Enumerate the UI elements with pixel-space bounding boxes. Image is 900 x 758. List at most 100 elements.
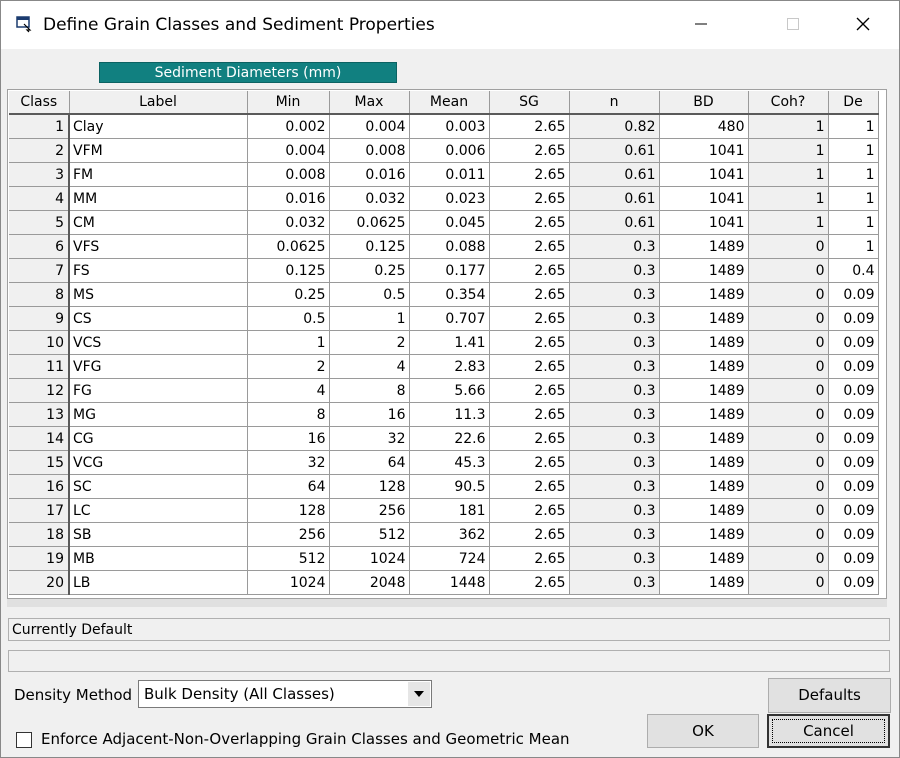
grid-cell[interactable]: 8	[329, 378, 410, 403]
grid-cell[interactable]: 2.65	[489, 258, 570, 283]
grid-cell[interactable]: MM	[69, 186, 248, 211]
grid-cell[interactable]: 0.09	[828, 450, 879, 475]
grid-cell[interactable]: 0.032	[329, 186, 410, 211]
grid-cell[interactable]: MG	[69, 402, 248, 427]
grid-cell[interactable]: 0.088	[409, 234, 490, 259]
grid-cell[interactable]: 0.002	[247, 114, 330, 139]
grid-cell[interactable]: 0.3	[569, 354, 660, 379]
grid-cell[interactable]: 2.65	[489, 162, 570, 187]
grid-cell[interactable]: 2048	[329, 570, 410, 595]
grid-cell[interactable]: 2.65	[489, 138, 570, 163]
grid-cell[interactable]: 1041	[659, 210, 749, 235]
grid-cell[interactable]: LC	[69, 498, 248, 523]
grid-cell[interactable]: CS	[69, 306, 248, 331]
grid-cell[interactable]: 0.3	[569, 258, 660, 283]
grid-cell[interactable]: 1489	[659, 378, 749, 403]
grid-cell[interactable]: 1	[247, 330, 330, 355]
grid-cell[interactable]: 512	[247, 546, 330, 571]
grid-cell[interactable]: 0.09	[828, 570, 879, 595]
grid-cell[interactable]: 0	[748, 378, 829, 403]
grid-cell[interactable]: VFM	[69, 138, 248, 163]
grid-cell[interactable]: 0.09	[828, 306, 879, 331]
grid-cell[interactable]: MB	[69, 546, 248, 571]
defaults-button[interactable]: Defaults	[768, 678, 891, 713]
grid-cell[interactable]: 1024	[329, 546, 410, 571]
grid-cell[interactable]: 0.3	[569, 546, 660, 571]
grid-cell[interactable]: 0.25	[247, 282, 330, 307]
grid-cell[interactable]: 0.09	[828, 282, 879, 307]
ok-button[interactable]: OK	[647, 714, 759, 748]
grid-cell[interactable]: 1489	[659, 570, 749, 595]
grid-cell[interactable]: 0.125	[329, 234, 410, 259]
grid-cell[interactable]: 480	[659, 114, 749, 139]
grid-cell[interactable]: 1489	[659, 354, 749, 379]
grid-cell[interactable]: 0.61	[569, 186, 660, 211]
grid-cell[interactable]: 0.707	[409, 306, 490, 331]
grid-cell[interactable]: 0.25	[329, 258, 410, 283]
grid-cell[interactable]: 0	[748, 570, 829, 595]
minimize-button[interactable]	[669, 1, 733, 47]
grid-cell[interactable]: 16	[329, 402, 410, 427]
grid-cell[interactable]: 181	[409, 498, 490, 523]
grid-cell[interactable]: 45.3	[409, 450, 490, 475]
grid-cell[interactable]: 0.09	[828, 330, 879, 355]
grid-cell[interactable]: 1489	[659, 306, 749, 331]
grid-cell[interactable]: 2.65	[489, 450, 570, 475]
title-bar[interactable]: Define Grain Classes and Sediment Proper…	[1, 1, 899, 49]
grid-cell[interactable]: LB	[69, 570, 248, 595]
grid-cell[interactable]: 0.82	[569, 114, 660, 139]
grid-cell[interactable]: 0.177	[409, 258, 490, 283]
grid-cell[interactable]: 1.41	[409, 330, 490, 355]
grid-cell[interactable]: FS	[69, 258, 248, 283]
grid-cell[interactable]: 1489	[659, 426, 749, 451]
grid-cell[interactable]: 0.3	[569, 426, 660, 451]
grid-cell[interactable]: 0.3	[569, 498, 660, 523]
grid-cell[interactable]: 0.023	[409, 186, 490, 211]
grid-cell[interactable]: 0.5	[247, 306, 330, 331]
close-button[interactable]	[831, 1, 895, 47]
grid-cell[interactable]: 1489	[659, 522, 749, 547]
grid-cell[interactable]: 1	[828, 186, 879, 211]
grid-cell[interactable]: 0.3	[569, 306, 660, 331]
grid-cell[interactable]: 1	[828, 162, 879, 187]
grid-cell[interactable]: 0.3	[569, 474, 660, 499]
grid-cell[interactable]: 1	[748, 138, 829, 163]
grid-cell[interactable]: 128	[247, 498, 330, 523]
grid-cell[interactable]: 0.354	[409, 282, 490, 307]
grid-cell[interactable]: VFG	[69, 354, 248, 379]
grid-cell[interactable]: 1489	[659, 258, 749, 283]
grid-cell[interactable]: 0.61	[569, 210, 660, 235]
grid-cell[interactable]: 0	[748, 306, 829, 331]
grid-cell[interactable]: 0.3	[569, 282, 660, 307]
grid-cell[interactable]: 11.3	[409, 402, 490, 427]
grid-cell[interactable]: 0.3	[569, 522, 660, 547]
grid-cell[interactable]: 1	[748, 114, 829, 139]
grid-cell[interactable]: 2.65	[489, 234, 570, 259]
grid-cell[interactable]: 2.65	[489, 522, 570, 547]
grid-cell[interactable]: 1489	[659, 282, 749, 307]
grid-cell[interactable]: 16	[247, 426, 330, 451]
grid-cell[interactable]: 0.5	[329, 282, 410, 307]
grid-cell[interactable]: 4	[247, 378, 330, 403]
grid-cell[interactable]: 2.65	[489, 378, 570, 403]
grid-cell[interactable]: 1	[748, 162, 829, 187]
grid-cell[interactable]: 0.045	[409, 210, 490, 235]
grid-cell[interactable]: 2.65	[489, 498, 570, 523]
grid-cell[interactable]: 0.3	[569, 450, 660, 475]
grid-cell[interactable]: 0.3	[569, 330, 660, 355]
grid-cell[interactable]: VCS	[69, 330, 248, 355]
grid-cell[interactable]: 2.65	[489, 210, 570, 235]
grid-cell[interactable]: 2	[247, 354, 330, 379]
grid-cell[interactable]: 2.65	[489, 426, 570, 451]
grid-cell[interactable]: 0.09	[828, 426, 879, 451]
grid-cell[interactable]: 0	[748, 258, 829, 283]
grid-cell[interactable]: 0	[748, 282, 829, 307]
grid-cell[interactable]: VCG	[69, 450, 248, 475]
grid-cell[interactable]: 724	[409, 546, 490, 571]
grid-cell[interactable]: 2.65	[489, 330, 570, 355]
grid-cell[interactable]: 0	[748, 330, 829, 355]
grid-cell[interactable]: 0.125	[247, 258, 330, 283]
grid-cell[interactable]: 0.011	[409, 162, 490, 187]
grid-cell[interactable]: 1041	[659, 186, 749, 211]
grid-cell[interactable]: 256	[247, 522, 330, 547]
